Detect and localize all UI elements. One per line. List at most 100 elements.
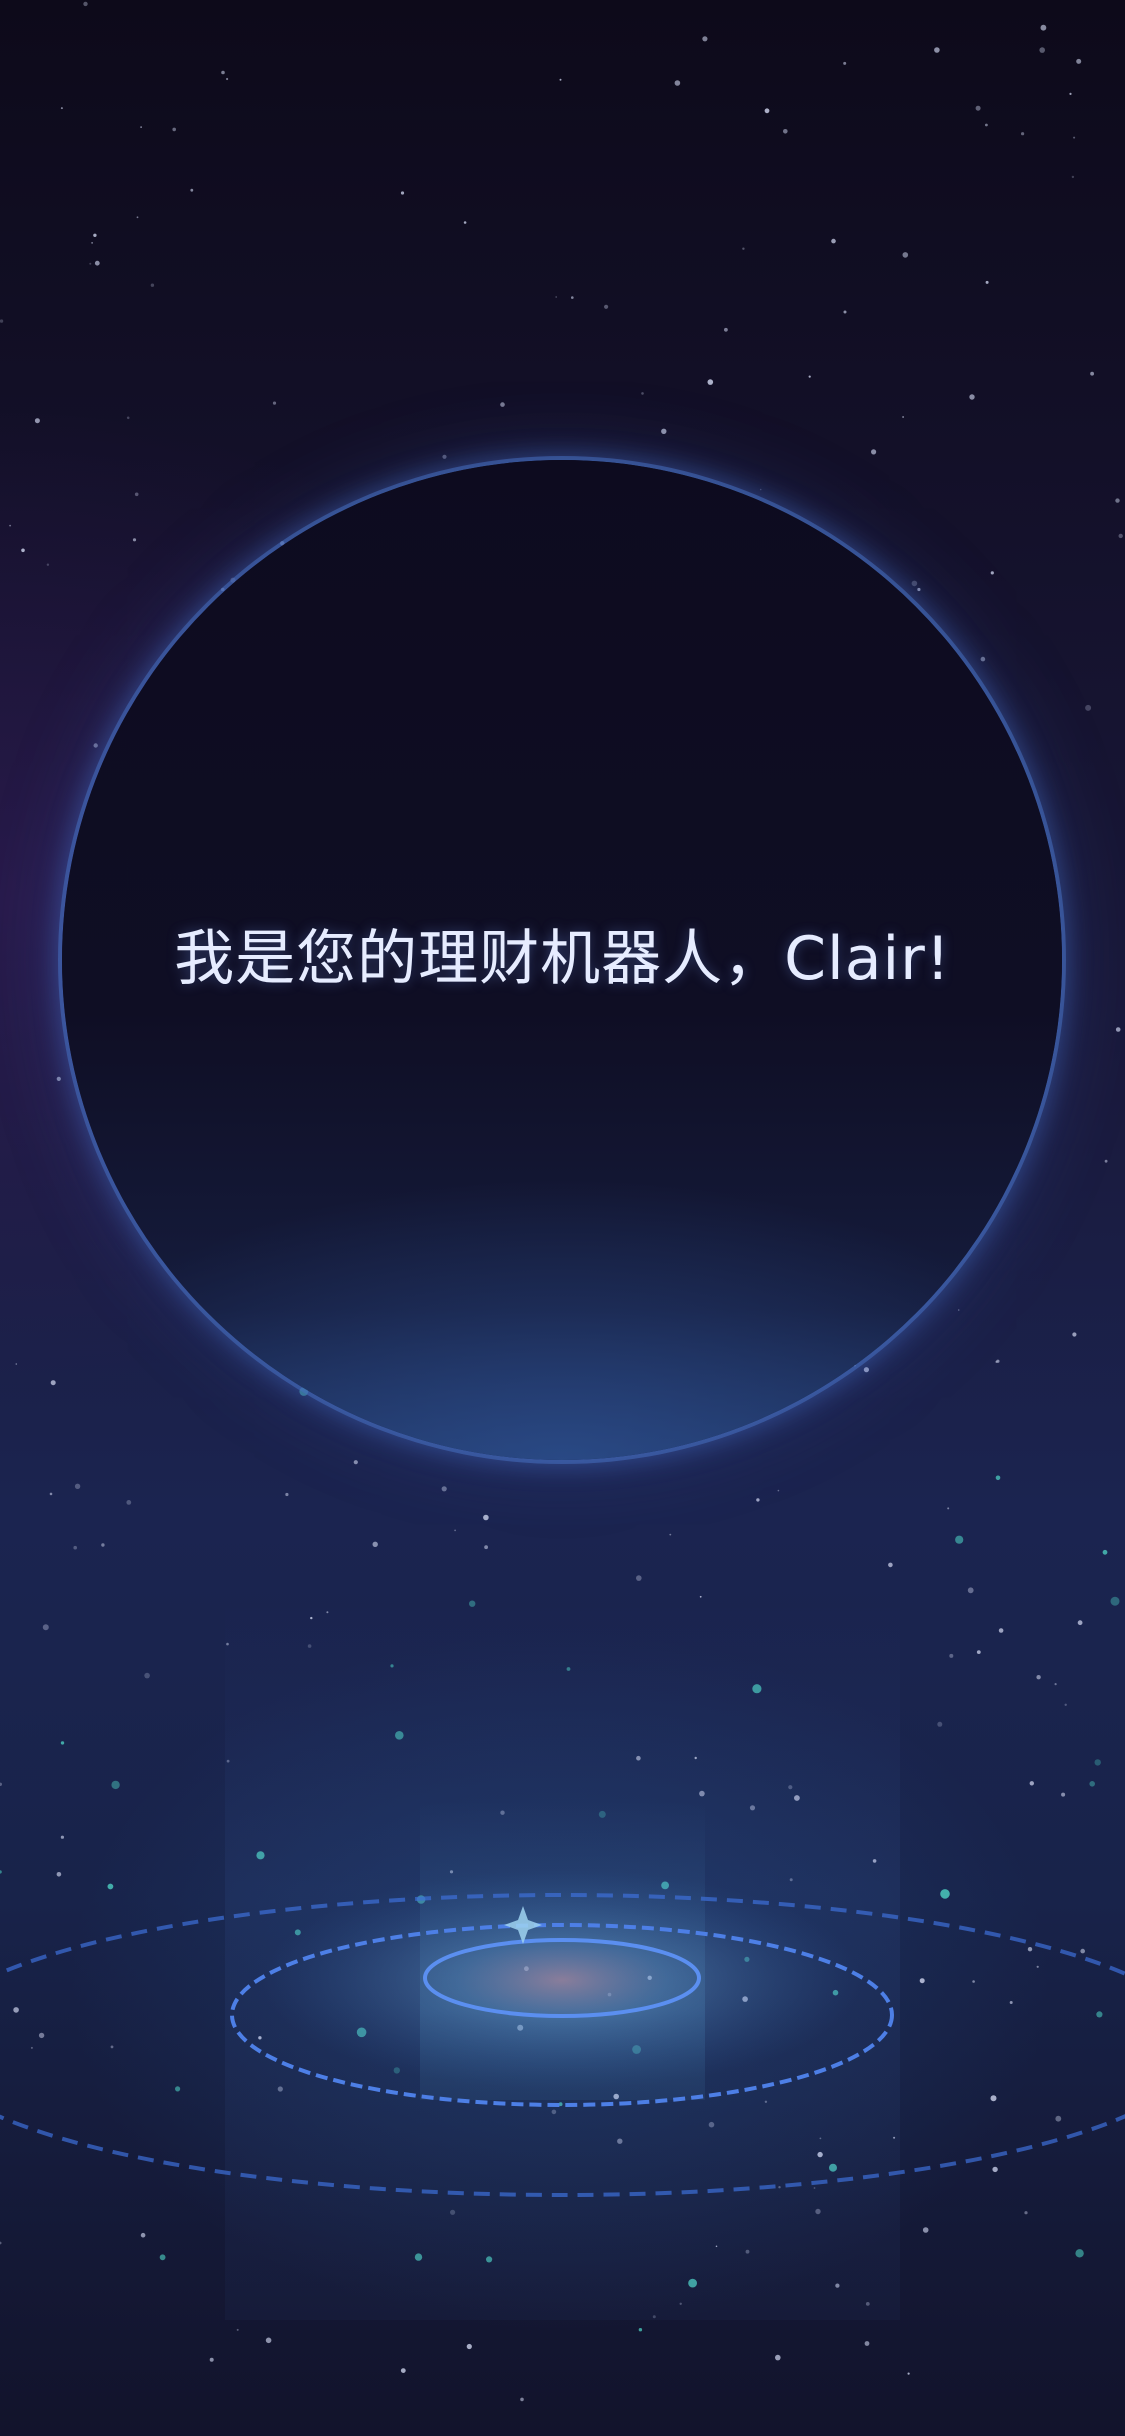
greeting-text: 我是您的理财机器人，Clair!: [174, 924, 951, 994]
star: [126, 1500, 132, 1505]
star: [34, 418, 40, 424]
star: [995, 1360, 998, 1363]
star: [89, 262, 92, 265]
star: [1118, 533, 1123, 539]
star: [190, 188, 194, 192]
star: [1085, 704, 1092, 711]
star: [73, 1545, 77, 1550]
star: [1029, 1781, 1035, 1786]
star: [372, 1541, 378, 1548]
star: [759, 488, 762, 491]
star: [1077, 1620, 1083, 1626]
star: [661, 428, 667, 434]
star: [60, 107, 63, 110]
star: [911, 580, 918, 587]
hologram-platform: [0, 1870, 1125, 2197]
star: [641, 392, 644, 395]
star: [466, 2343, 472, 2350]
star: [144, 1672, 150, 1679]
star: [559, 78, 562, 81]
glow-particle: [1102, 1549, 1108, 1555]
star: [463, 221, 467, 224]
star: [902, 252, 909, 258]
star: [571, 296, 574, 299]
star: [990, 571, 994, 575]
star: [134, 492, 139, 497]
star: [902, 416, 904, 418]
star: [94, 260, 100, 266]
star: [93, 743, 98, 748]
star: [934, 47, 940, 53]
star: [669, 1533, 672, 1536]
star: [980, 656, 986, 662]
splash-screen: 我是您的理财机器人，Clair!: [0, 0, 1125, 2436]
star: [808, 375, 811, 378]
star: [484, 1545, 488, 1550]
star: [967, 1587, 974, 1594]
star: [1061, 1792, 1066, 1797]
star: [83, 1, 88, 7]
star: [976, 1650, 981, 1654]
glow-particle: [1089, 1781, 1095, 1787]
star: [699, 1595, 702, 1598]
star: [1054, 1683, 1057, 1686]
star: [604, 304, 609, 309]
star: [0, 2241, 2, 2245]
star: [520, 2397, 524, 2402]
star: [500, 402, 505, 407]
star: [764, 108, 770, 114]
star: [742, 247, 745, 250]
star: [9, 524, 12, 527]
star: [674, 80, 681, 86]
star: [50, 1380, 56, 1386]
star: [1039, 47, 1045, 53]
star: [101, 1543, 105, 1547]
star: [221, 70, 225, 75]
star: [1115, 498, 1120, 503]
star: [1064, 1703, 1067, 1707]
star: [1069, 92, 1072, 95]
star: [441, 1486, 447, 1492]
star: [947, 1507, 950, 1510]
star: [56, 1076, 61, 1081]
star: [49, 1492, 53, 1496]
glow-particle: [638, 2328, 643, 2332]
star: [555, 296, 558, 298]
star: [777, 1489, 780, 1492]
star: [871, 449, 877, 455]
star: [985, 280, 989, 284]
star: [864, 2341, 870, 2346]
star: [285, 1492, 289, 1497]
star: [1021, 132, 1025, 136]
star: [454, 1529, 456, 1532]
glow-particle: [159, 2254, 166, 2261]
star: [442, 454, 447, 459]
star: [46, 563, 50, 566]
star: [400, 191, 405, 195]
star: [1072, 1332, 1077, 1337]
star: [209, 2357, 214, 2362]
star: [126, 416, 130, 420]
star: [172, 127, 176, 132]
star: [1036, 1675, 1041, 1680]
star: [957, 1309, 960, 1311]
star: [998, 1628, 1004, 1633]
star: [843, 310, 847, 314]
star: [132, 538, 137, 542]
star: [226, 77, 229, 81]
star: [949, 1653, 954, 1658]
glow-particle: [1075, 2249, 1084, 2258]
star: [707, 379, 714, 385]
glow-particle: [995, 1475, 1001, 1481]
star: [937, 1721, 943, 1727]
star: [21, 548, 25, 553]
star: [150, 283, 155, 287]
star: [907, 2372, 910, 2375]
star: [724, 327, 728, 332]
star: [756, 1498, 760, 1502]
star: [272, 401, 277, 405]
glow-particle: [1110, 1596, 1120, 1606]
star: [775, 2354, 781, 2361]
star: [483, 1514, 489, 1521]
star: [1076, 58, 1082, 64]
